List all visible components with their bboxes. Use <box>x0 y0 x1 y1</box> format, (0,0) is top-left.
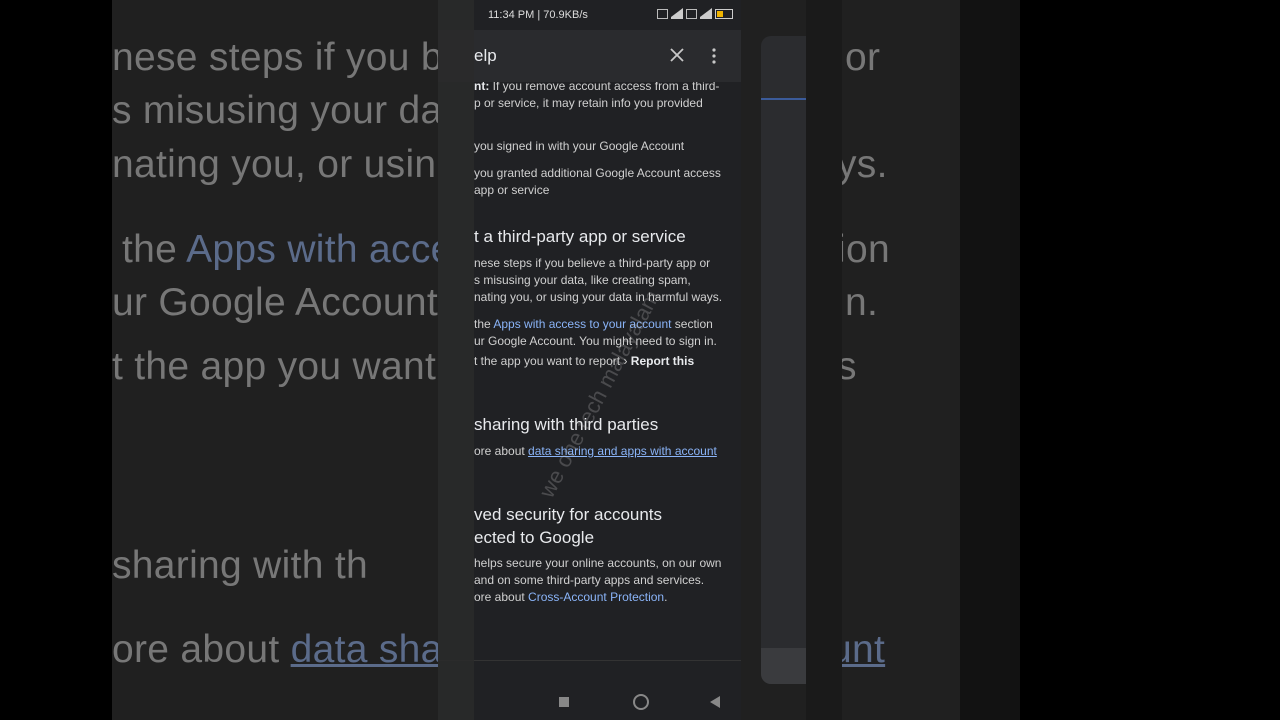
sharing-prefix: ore about <box>474 444 529 458</box>
back-icon[interactable] <box>710 696 720 708</box>
bg-line-7: sharing with th <box>112 544 368 587</box>
report-step-1b: ur Google Account. You might need to sig… <box>474 334 717 348</box>
bg-frag-1: or <box>845 36 881 79</box>
battery-icon <box>715 8 733 19</box>
recent-app-card[interactable] <box>761 36 806 684</box>
bg-line-4-link: Apps with acce <box>186 228 453 271</box>
section-heading-security-2: ected to Google <box>474 528 595 547</box>
cross-account-link[interactable]: Cross-Account Protection <box>528 590 664 604</box>
navigation-bar <box>438 660 741 720</box>
status-bar: 11:34 PM | 70.9KB/s <box>438 0 741 30</box>
phone-screen: 11:34 PM | 70.9KB/s elp nt: If you remov… <box>438 0 741 720</box>
bg-line-6: t the app you want <box>112 345 437 388</box>
page-title: elp <box>474 46 497 65</box>
right-margin <box>806 0 842 720</box>
security-text-3: ore about Cross-Account Protection. <box>474 589 667 606</box>
help-content: nt: If you remove account access from a … <box>438 82 741 660</box>
note-line-1: nt: If you remove account access from a … <box>474 82 719 95</box>
note-text: If you remove account access from a thir… <box>489 82 720 93</box>
step1-prefix: the <box>474 317 494 331</box>
bg-line-2: s misusing your data <box>112 89 476 132</box>
signal2-icon <box>700 8 712 19</box>
bg-line-3: nating you, or using <box>112 143 459 186</box>
sharing-text: ore about data sharing and apps with acc… <box>474 443 717 460</box>
bg-frag-4: n. <box>845 281 879 324</box>
status-icons <box>657 8 733 19</box>
report-this-label: Report this <box>630 354 695 368</box>
list-item-granted-1: you granted additional Google Account ac… <box>474 166 721 180</box>
home-icon[interactable] <box>633 694 649 710</box>
sim2-icon <box>686 8 697 19</box>
more-options-icon[interactable] <box>712 48 716 64</box>
bg-frag-2: ys. <box>837 143 888 186</box>
signal-icon <box>671 8 683 19</box>
recent-card-bottom <box>761 648 806 684</box>
report-text-2: s misusing your data, like creating spam… <box>474 273 691 287</box>
section-heading-report: t a third-party app or service <box>474 227 686 246</box>
security-text-2: and on some third-party apps and service… <box>474 573 705 587</box>
report-text-3: nating you, or using your data in harmfu… <box>474 290 723 304</box>
status-time: 11:34 PM | 70.9KB/s <box>488 9 588 21</box>
background-edge <box>960 0 1020 720</box>
step2-text: t the app you want to report <box>474 354 621 368</box>
bg-line-4: the Apps with acce <box>122 228 453 272</box>
section-heading-security-1: ved security for accounts <box>474 505 663 524</box>
note-line-2: p or service, it may retain info you pro… <box>474 96 703 110</box>
bg-line-4-text: the <box>122 228 178 271</box>
report-step-2: t the app you want to report › Report th… <box>474 353 694 370</box>
app-bar: elp <box>438 30 741 82</box>
report-text-1: nese steps if you believe a third-party … <box>474 256 711 270</box>
security-text-1: helps secure your online accounts, on ou… <box>474 556 722 570</box>
recent-card-progress <box>761 98 806 100</box>
security-suffix: . <box>664 590 668 604</box>
list-item-granted-2: app or service <box>474 183 550 197</box>
bg-line-1: nese steps if you be <box>112 36 465 79</box>
bg-frag-3: ion <box>837 228 890 271</box>
bg-line-5: ur Google Account. <box>112 281 450 324</box>
phone-left-overlay <box>438 0 474 720</box>
sim-icon <box>657 8 668 19</box>
bg-line-8-link: data shar <box>290 628 456 671</box>
recents-icon[interactable] <box>559 697 569 707</box>
report-step-1: the Apps with access to your account sec… <box>474 316 713 333</box>
security-prefix: ore about <box>474 590 529 604</box>
bg-line-8-text: ore about <box>112 628 280 671</box>
step1-suffix: section <box>671 317 713 331</box>
list-item-signed-in: you signed in with your Google Account <box>474 139 685 153</box>
close-icon[interactable] <box>669 47 685 63</box>
bg-line-8: ore about data shar <box>112 628 456 672</box>
note-label: nt: <box>474 82 490 93</box>
